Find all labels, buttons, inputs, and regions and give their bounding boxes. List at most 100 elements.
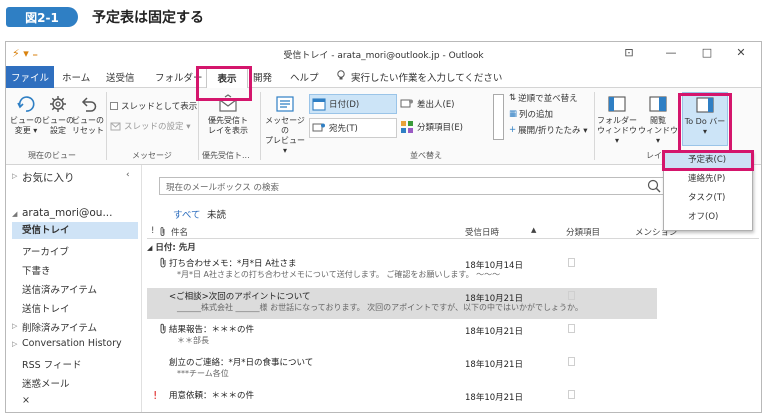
sidebar-item-junk[interactable]: 迷惑メール [22,376,70,390]
table-row[interactable]: 打ち合わせメモ：*月*日 A社さま *月*日 A社さまとの打ち合わせメモについて… [147,255,657,286]
email-date: 18年10月21日 [465,393,523,403]
ribbon-separator [594,92,595,160]
email-date: 18年10月21日 [465,327,523,337]
arrange-by-from[interactable]: 差出人(E) [400,98,455,110]
maximize-button[interactable]: □ [700,46,714,59]
importance-icon: ! [153,389,158,402]
email-subject: 用意依頼：＊＊＊の件 [169,391,255,401]
table-row[interactable]: ! 用意依頼：＊＊＊の件 18年10月21日 [147,387,657,412]
checkbox-icon [110,102,118,110]
add-column-label: 列の追加 [519,110,554,120]
tab-file[interactable]: ファイル [6,66,54,88]
expand-caret-icon[interactable]: ◢ [12,210,17,218]
from-label: 差出人(E) [417,100,455,110]
menu-item-people[interactable]: 連絡先(P) [664,171,752,188]
close-button[interactable]: ✕ [734,46,748,59]
tab-home[interactable]: ホーム [58,70,94,88]
sidebar-item-sent[interactable]: 送信済みアイテム [22,282,97,296]
attachment-column-icon[interactable] [159,226,166,237]
thread-settings-button[interactable]: スレッドの設定 ▾ [110,120,190,132]
gear-icon [50,96,66,112]
filter-unread[interactable]: 未読 [207,207,226,221]
tab-developer[interactable]: 開発 [249,70,276,88]
tab-help[interactable]: ヘルプ [286,70,323,88]
menu-item-off[interactable]: オフ(O) [664,209,752,226]
sidebar-item-rss[interactable]: RSS フィード [22,357,82,371]
arrangement-group-label: 並べ替え [410,151,442,160]
sidebar-item-archive[interactable]: アーカイブ [22,244,69,258]
arrangement-scroll[interactable] [493,94,504,140]
account-header[interactable]: arata_mori@ou... [22,207,112,219]
change-view-button[interactable]: ビューの 変更 ▾ [8,94,44,136]
category-box[interactable] [568,390,575,399]
folder-pane-button[interactable]: フォルダー ウィンドウ ▾ [596,94,638,146]
show-as-threads-label: スレッドとして表示 [121,102,198,112]
search-icon[interactable] [643,177,665,195]
table-row[interactable]: 結果報告：＊＊＊の件 ＊＊部長 18年10月21日 [147,321,657,352]
expand-collapse-icon: + [509,125,517,135]
add-column-icon: ▦ [509,109,518,119]
title-bar: ⚡ ▾ ₌ 受信トレイ - arata_mori@outlook.jp - Ou… [6,42,761,66]
todo-bar-highlight [678,93,732,154]
attachment-icon [160,257,166,268]
arrange-by-categories[interactable]: 分類項目(E) [400,120,463,134]
minimize-button[interactable]: — [664,46,678,59]
folder-pane: ▷ お気に入り ‹ ◢ arata_mori@ou... 受信トレイ アーカイブ… [6,165,142,412]
sidebar-item-drafts[interactable]: 下書き [22,263,51,277]
group-header[interactable]: ◢ 日付: 先月 [147,241,196,253]
email-preview: *月*日 A社さまとの打ち合わせメモについて送付します。 ご確認をお願いします。… [177,270,501,279]
column-received[interactable]: 受信日時 [465,226,499,238]
menu-item-tasks[interactable]: タスク(T) [664,190,752,207]
table-row[interactable]: 創立のご連絡：*月*日の食事について ***チーム各位 18年10月21日 [147,354,657,385]
reverse-sort-button[interactable]: ⇅ 逆順で並べ替え [509,92,578,104]
change-view-label-2: 変更 ▾ [14,126,38,135]
figure-header: 図2-1 予定表は固定する [0,0,767,40]
category-box[interactable] [568,258,575,267]
category-box[interactable] [568,291,575,300]
column-categories[interactable]: 分類項目 [566,226,600,238]
category-box[interactable] [568,324,575,333]
to-label: 宛先(T) [329,124,358,134]
figure-badge: 図2-1 [6,7,78,27]
email-preview: ＊＊部長 [177,336,209,345]
sidebar-item-conversation-history[interactable]: Conversation History [22,338,122,349]
tab-send-receive[interactable]: 送受信 [102,70,139,88]
reading-pane-button[interactable]: 閲覧 ウィンドウ ▾ [638,94,678,146]
minimize-pane-icon[interactable]: ‹ [126,170,130,180]
column-importance[interactable]: ! [151,226,154,236]
search-input[interactable]: 現在のメールボックス の検索 [159,177,671,195]
reset-view-button[interactable]: ビューの リセット [72,94,104,136]
ribbon-display-icon[interactable]: ⊡ [622,46,636,59]
view-settings-label-2: 設定 [50,126,66,135]
reading-pane-label: 閲覧 [650,116,666,125]
column-subject[interactable]: 件名 [171,226,188,238]
sidebar-item-more[interactable]: × [22,395,30,406]
show-as-threads-checkbox[interactable]: スレッドとして表示 [110,100,197,112]
add-column-button[interactable]: ▦ 列の追加 [509,108,553,120]
tell-me-input[interactable]: 実行したい作業を入力してください [347,70,506,88]
expand-collapse-button[interactable]: + 展開/折りたたみ ▾ [509,124,587,136]
categories-label: 分類項目(E) [417,123,464,133]
current-view-group-label: 現在のビュー [28,151,76,160]
email-subject: 創立のご連絡：*月*日の食事について [169,358,314,368]
email-subject: 打ち合わせメモ：*月*日 A社さま [169,259,297,269]
categories-icon [401,121,413,133]
table-row[interactable]: <ご相談>次回のアポイントについて ______株式会社 ______様 お世話… [147,288,657,319]
expand-caret-icon[interactable]: ▷ [12,340,17,348]
collapse-caret-icon[interactable]: ▷ [12,172,17,180]
favorites-header[interactable]: お気に入り [22,170,75,185]
reading-pane-label-2: ウィンドウ ▾ [638,126,678,145]
arrange-by-to[interactable]: 宛先(T) [309,118,397,138]
sidebar-item-inbox[interactable]: 受信トレイ [12,222,138,239]
category-box[interactable] [568,357,575,366]
sidebar-item-deleted[interactable]: 削除済みアイテム [22,320,97,334]
arrange-by-date[interactable]: 日付(D) [309,94,397,114]
collapse-group-icon[interactable]: ◢ [147,244,152,252]
message-preview-button[interactable]: メッセージの プレビュー ▾ [262,94,308,156]
calendar-icon [312,98,326,111]
sidebar-item-outbox[interactable]: 送信トレイ [22,301,70,315]
from-icon [400,99,413,108]
expand-caret-icon[interactable]: ▷ [12,322,17,330]
view-settings-button[interactable]: ビューの 設定 [42,94,74,136]
filter-all[interactable]: すべて [173,207,200,221]
